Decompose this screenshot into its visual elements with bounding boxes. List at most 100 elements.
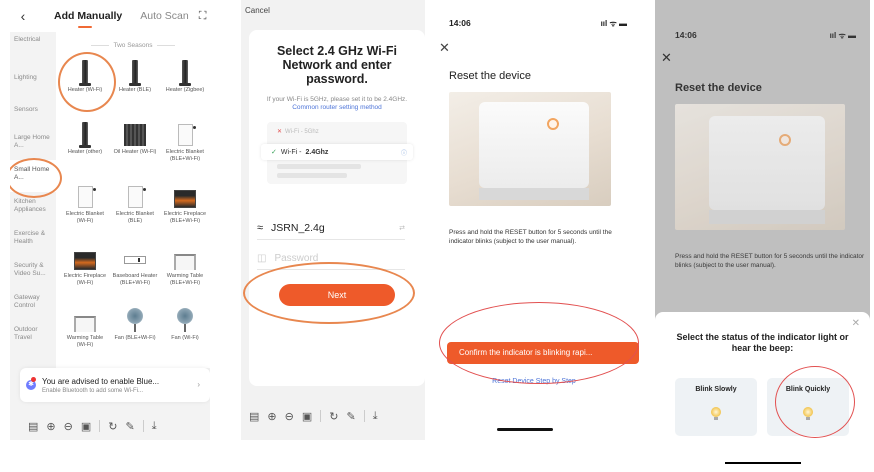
device-label: Heater (Zigbee) — [165, 87, 205, 93]
top-bar: ‹ Add Manually Auto Scan ⛶ — [10, 0, 210, 32]
wifi-24g-row: ✓ Wi-Fi -2.4Ghz ⓘ — [261, 144, 413, 160]
sheet-question: Select the status of the indicator light… — [676, 332, 849, 353]
rotate-icon[interactable]: ↻ — [329, 410, 338, 423]
ssid-field[interactable]: ≈ JSRN_2.4g ⇄ — [257, 216, 405, 240]
heater-icon — [79, 122, 91, 148]
device-item[interactable]: Electric Fireplace (BLE+Wi-Fi) — [162, 178, 208, 236]
sidebar-item[interactable]: Outdoor Travel — [10, 320, 56, 352]
fireplace-icon — [74, 252, 96, 270]
blanket-icon — [127, 186, 146, 208]
scan-icon[interactable]: ⛶ — [199, 10, 207, 23]
rotate-icon[interactable]: ↻ — [108, 420, 117, 433]
tab-add-manually[interactable]: Add Manually — [54, 10, 122, 28]
zoom-out-icon[interactable]: ⊖ — [64, 420, 73, 433]
device-item[interactable]: Warming Table (BLE+Wi-Fi) — [162, 240, 208, 298]
device-item[interactable]: Electric Blanket (BLE) — [112, 178, 158, 236]
page-title: Reset the device — [675, 82, 762, 94]
device-item[interactable]: Oil Heater (Wi-Fi) — [112, 116, 158, 174]
indicator-light — [779, 134, 791, 146]
device-photo — [675, 104, 845, 230]
zoom-in-icon[interactable]: ⊕ — [267, 410, 276, 423]
device-item[interactable]: Fan (BLE+Wi-Fi) — [112, 302, 158, 360]
pen-icon[interactable]: ✎ — [346, 410, 355, 423]
router-setting-link[interactable]: Common router setting method — [292, 104, 382, 111]
sidebar-item[interactable]: Lighting — [10, 64, 56, 96]
panel-reset-device: 14:06 ııl ᯤ ▬ ✕ Reset the device Press a… — [425, 0, 643, 440]
device-item[interactable]: Heater (BLE) — [112, 54, 158, 112]
warming-table-icon — [174, 254, 196, 270]
device-item[interactable]: Baseboard Heater (BLE+Wi-Fi) — [112, 240, 158, 298]
device-item[interactable]: Fan (Wi-Fi) — [162, 302, 208, 360]
ssid-value: JSRN_2.4g — [271, 221, 325, 234]
device-base — [709, 210, 825, 224]
status-icons: ııl ᯤ ▬ — [600, 19, 627, 28]
wifi-card: Select 2.4 GHz Wi-Fi Network and enter p… — [249, 30, 425, 386]
device-item[interactable]: Heater (Zigbee) — [162, 54, 208, 112]
chevron-left-icon[interactable]: ‹ — [10, 8, 36, 24]
close-icon[interactable]: ✕ — [439, 40, 450, 56]
fan-icon — [125, 308, 145, 332]
close-icon: ✕ — [277, 129, 283, 135]
wifi-info-icon: ⓘ — [400, 150, 407, 157]
sidebar-item[interactable]: Gateway Control — [10, 288, 56, 320]
viewer-toolbar: ▤ ⊕ ⊖ ▣ ↻ ✎ ⤓ — [28, 416, 165, 436]
cancel-button[interactable]: Cancel — [245, 6, 270, 15]
device-label: Fan (Wi-Fi) — [171, 335, 199, 341]
sidebar-item[interactable]: Electrical — [10, 32, 56, 64]
heater-icon — [179, 60, 191, 86]
device-label: Warming Table (Wi-Fi) — [66, 335, 104, 348]
wifi-illustration: ✕ Wi-Fi - 5Ghz ✓ Wi-Fi -2.4Ghz ⓘ — [261, 122, 413, 184]
download-icon[interactable]: ⤓ — [373, 410, 378, 423]
device-body — [479, 102, 589, 188]
fit-page-icon[interactable]: ▣ — [302, 410, 312, 423]
fireplace-icon — [174, 190, 196, 208]
device-item[interactable]: Electric Blanket (BLE+Wi-Fi) — [162, 116, 208, 174]
device-label: Electric Fireplace (Wi-Fi) — [63, 273, 107, 286]
sidebar-item[interactable]: Security & Video Su... — [10, 256, 56, 288]
status-time: 14:06 — [449, 18, 471, 28]
wifi-icon: ≈ — [257, 221, 264, 234]
tab-auto-scan[interactable]: Auto Scan — [140, 10, 188, 22]
blink-slowly-option[interactable]: Blink Slowly — [675, 378, 757, 436]
home-indicator — [497, 428, 553, 431]
close-icon[interactable]: ✕ — [661, 50, 672, 66]
device-label: Heater (BLE) — [118, 87, 152, 93]
pen-icon[interactable]: ✎ — [125, 420, 134, 433]
bluetooth-notice[interactable]: ✱ You are advised to enable Blue... Enab… — [20, 368, 210, 402]
section-title: Two Seasons — [56, 32, 210, 50]
annotation-circle — [243, 262, 415, 324]
save-icon[interactable]: ▤ — [28, 420, 38, 433]
sidebar-item[interactable]: Sensors — [10, 96, 56, 128]
wifi-24g-label: 2.4Ghz — [305, 148, 329, 156]
device-label: Electric Blanket (BLE) — [116, 211, 154, 224]
blanket-icon — [177, 124, 196, 146]
chevron-right-icon: › — [197, 380, 200, 389]
device-item[interactable]: Warming Table (Wi-Fi) — [62, 302, 108, 360]
device-item[interactable]: Electric Fireplace (Wi-Fi) — [62, 240, 108, 298]
sidebar-item[interactable]: Exercise & Health — [10, 224, 56, 256]
panel-select-indicator: 14:06 ııl ᯤ ▬ ✕ Reset the device Press a… — [655, 0, 870, 440]
save-icon[interactable]: ▤ — [249, 410, 259, 423]
close-icon[interactable]: ✕ — [852, 318, 860, 329]
annotation-circle — [439, 302, 639, 384]
switch-network-icon[interactable]: ⇄ — [399, 224, 405, 232]
zoom-in-icon[interactable]: ⊕ — [46, 420, 55, 433]
download-icon[interactable]: ⤓ — [152, 420, 157, 433]
status-icons: ııl ᯤ ▬ — [829, 31, 856, 40]
device-label: Oil Heater (Wi-Fi) — [113, 149, 157, 155]
zoom-out-icon[interactable]: ⊖ — [285, 410, 294, 423]
reset-instructions: Press and hold the RESET button for 5 se… — [675, 253, 865, 269]
fit-page-icon[interactable]: ▣ — [81, 420, 91, 433]
notice-title: You are advised to enable Blue... — [42, 376, 160, 386]
device-label: Electric Blanket (Wi-Fi) — [66, 211, 104, 224]
wifi-hint: If your Wi-Fi is 5GHz, please set it to … — [249, 96, 425, 112]
wifi-5g-row: ✕ Wi-Fi - 5Ghz — [267, 128, 407, 140]
wifi-prefix: Wi-Fi - — [280, 148, 302, 156]
fan-icon — [175, 308, 195, 332]
device-body — [709, 116, 825, 210]
wifi-5g-label: Wi-Fi - 5Ghz — [285, 129, 319, 135]
device-item[interactable]: Heater (other) — [62, 116, 108, 174]
device-item[interactable]: Electric Blanket (Wi-Fi) — [62, 178, 108, 236]
sidebar-item[interactable]: Large Home A... — [10, 128, 56, 160]
alert-badge — [31, 377, 36, 382]
